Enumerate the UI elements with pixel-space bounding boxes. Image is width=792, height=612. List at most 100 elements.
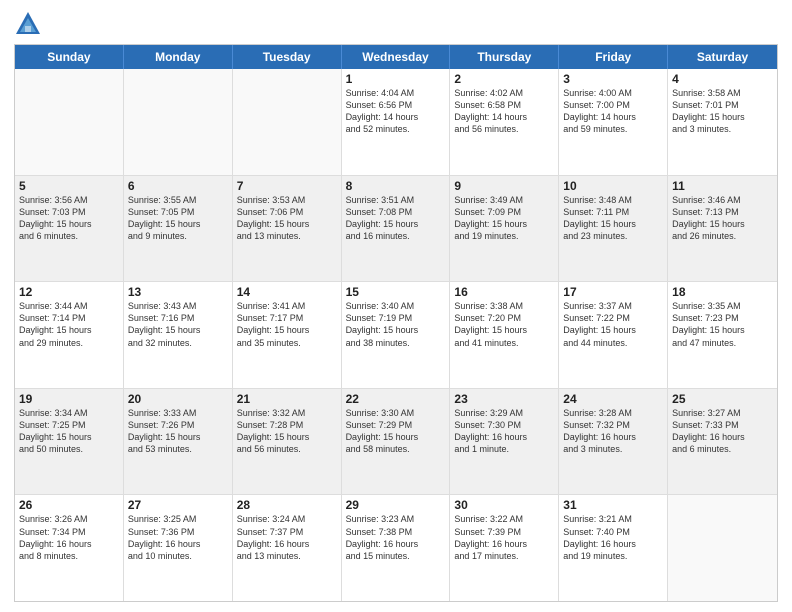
cell-text: Sunrise: 3:58 AM Sunset: 7:01 PM Dayligh… <box>672 87 773 136</box>
calendar-cell: 17Sunrise: 3:37 AM Sunset: 7:22 PM Dayli… <box>559 282 668 388</box>
calendar-cell: 8Sunrise: 3:51 AM Sunset: 7:08 PM Daylig… <box>342 176 451 282</box>
day-number: 20 <box>128 392 228 406</box>
cell-text: Sunrise: 3:40 AM Sunset: 7:19 PM Dayligh… <box>346 300 446 349</box>
day-number: 8 <box>346 179 446 193</box>
cell-text: Sunrise: 3:46 AM Sunset: 7:13 PM Dayligh… <box>672 194 773 243</box>
calendar-cell: 7Sunrise: 3:53 AM Sunset: 7:06 PM Daylig… <box>233 176 342 282</box>
cell-text: Sunrise: 3:23 AM Sunset: 7:38 PM Dayligh… <box>346 513 446 562</box>
day-number: 18 <box>672 285 773 299</box>
cell-text: Sunrise: 3:27 AM Sunset: 7:33 PM Dayligh… <box>672 407 773 456</box>
cell-text: Sunrise: 4:00 AM Sunset: 7:00 PM Dayligh… <box>563 87 663 136</box>
calendar-cell: 23Sunrise: 3:29 AM Sunset: 7:30 PM Dayli… <box>450 389 559 495</box>
cell-text: Sunrise: 3:33 AM Sunset: 7:26 PM Dayligh… <box>128 407 228 456</box>
calendar-cell: 9Sunrise: 3:49 AM Sunset: 7:09 PM Daylig… <box>450 176 559 282</box>
cell-text: Sunrise: 3:51 AM Sunset: 7:08 PM Dayligh… <box>346 194 446 243</box>
cell-text: Sunrise: 3:35 AM Sunset: 7:23 PM Dayligh… <box>672 300 773 349</box>
day-number: 16 <box>454 285 554 299</box>
cell-text: Sunrise: 3:34 AM Sunset: 7:25 PM Dayligh… <box>19 407 119 456</box>
cell-text: Sunrise: 3:21 AM Sunset: 7:40 PM Dayligh… <box>563 513 663 562</box>
calendar-cell <box>124 69 233 175</box>
calendar-week-1: 1Sunrise: 4:04 AM Sunset: 6:56 PM Daylig… <box>15 69 777 176</box>
calendar-week-2: 5Sunrise: 3:56 AM Sunset: 7:03 PM Daylig… <box>15 176 777 283</box>
calendar-cell: 16Sunrise: 3:38 AM Sunset: 7:20 PM Dayli… <box>450 282 559 388</box>
header-cell-saturday: Saturday <box>668 45 777 69</box>
day-number: 13 <box>128 285 228 299</box>
calendar-cell: 5Sunrise: 3:56 AM Sunset: 7:03 PM Daylig… <box>15 176 124 282</box>
calendar-cell: 27Sunrise: 3:25 AM Sunset: 7:36 PM Dayli… <box>124 495 233 601</box>
calendar-cell <box>233 69 342 175</box>
day-number: 23 <box>454 392 554 406</box>
calendar-cell: 30Sunrise: 3:22 AM Sunset: 7:39 PM Dayli… <box>450 495 559 601</box>
calendar-cell: 31Sunrise: 3:21 AM Sunset: 7:40 PM Dayli… <box>559 495 668 601</box>
header-cell-monday: Monday <box>124 45 233 69</box>
header-cell-wednesday: Wednesday <box>342 45 451 69</box>
cell-text: Sunrise: 3:48 AM Sunset: 7:11 PM Dayligh… <box>563 194 663 243</box>
cell-text: Sunrise: 3:56 AM Sunset: 7:03 PM Dayligh… <box>19 194 119 243</box>
cell-text: Sunrise: 3:22 AM Sunset: 7:39 PM Dayligh… <box>454 513 554 562</box>
logo-icon <box>14 10 42 38</box>
day-number: 3 <box>563 72 663 86</box>
calendar-cell: 13Sunrise: 3:43 AM Sunset: 7:16 PM Dayli… <box>124 282 233 388</box>
calendar-week-5: 26Sunrise: 3:26 AM Sunset: 7:34 PM Dayli… <box>15 495 777 601</box>
cell-text: Sunrise: 3:41 AM Sunset: 7:17 PM Dayligh… <box>237 300 337 349</box>
day-number: 22 <box>346 392 446 406</box>
calendar-cell <box>15 69 124 175</box>
cell-text: Sunrise: 3:53 AM Sunset: 7:06 PM Dayligh… <box>237 194 337 243</box>
day-number: 30 <box>454 498 554 512</box>
calendar-cell: 1Sunrise: 4:04 AM Sunset: 6:56 PM Daylig… <box>342 69 451 175</box>
calendar-header: SundayMondayTuesdayWednesdayThursdayFrid… <box>15 45 777 69</box>
cell-text: Sunrise: 3:55 AM Sunset: 7:05 PM Dayligh… <box>128 194 228 243</box>
calendar-week-4: 19Sunrise: 3:34 AM Sunset: 7:25 PM Dayli… <box>15 389 777 496</box>
day-number: 7 <box>237 179 337 193</box>
day-number: 15 <box>346 285 446 299</box>
calendar-cell: 19Sunrise: 3:34 AM Sunset: 7:25 PM Dayli… <box>15 389 124 495</box>
cell-text: Sunrise: 3:24 AM Sunset: 7:37 PM Dayligh… <box>237 513 337 562</box>
day-number: 2 <box>454 72 554 86</box>
calendar-cell: 26Sunrise: 3:26 AM Sunset: 7:34 PM Dayli… <box>15 495 124 601</box>
calendar-cell: 22Sunrise: 3:30 AM Sunset: 7:29 PM Dayli… <box>342 389 451 495</box>
calendar-body: 1Sunrise: 4:04 AM Sunset: 6:56 PM Daylig… <box>15 69 777 601</box>
cell-text: Sunrise: 3:26 AM Sunset: 7:34 PM Dayligh… <box>19 513 119 562</box>
calendar-cell: 10Sunrise: 3:48 AM Sunset: 7:11 PM Dayli… <box>559 176 668 282</box>
day-number: 1 <box>346 72 446 86</box>
cell-text: Sunrise: 3:25 AM Sunset: 7:36 PM Dayligh… <box>128 513 228 562</box>
header-cell-thursday: Thursday <box>450 45 559 69</box>
header-cell-sunday: Sunday <box>15 45 124 69</box>
day-number: 24 <box>563 392 663 406</box>
calendar-cell: 14Sunrise: 3:41 AM Sunset: 7:17 PM Dayli… <box>233 282 342 388</box>
cell-text: Sunrise: 3:49 AM Sunset: 7:09 PM Dayligh… <box>454 194 554 243</box>
cell-text: Sunrise: 3:37 AM Sunset: 7:22 PM Dayligh… <box>563 300 663 349</box>
logo <box>14 10 46 38</box>
calendar-cell: 6Sunrise: 3:55 AM Sunset: 7:05 PM Daylig… <box>124 176 233 282</box>
cell-text: Sunrise: 4:04 AM Sunset: 6:56 PM Dayligh… <box>346 87 446 136</box>
day-number: 17 <box>563 285 663 299</box>
day-number: 19 <box>19 392 119 406</box>
calendar-cell: 15Sunrise: 3:40 AM Sunset: 7:19 PM Dayli… <box>342 282 451 388</box>
day-number: 10 <box>563 179 663 193</box>
header-cell-tuesday: Tuesday <box>233 45 342 69</box>
day-number: 11 <box>672 179 773 193</box>
calendar-cell: 28Sunrise: 3:24 AM Sunset: 7:37 PM Dayli… <box>233 495 342 601</box>
day-number: 12 <box>19 285 119 299</box>
calendar: SundayMondayTuesdayWednesdayThursdayFrid… <box>14 44 778 602</box>
day-number: 25 <box>672 392 773 406</box>
calendar-cell: 21Sunrise: 3:32 AM Sunset: 7:28 PM Dayli… <box>233 389 342 495</box>
day-number: 21 <box>237 392 337 406</box>
day-number: 9 <box>454 179 554 193</box>
cell-text: Sunrise: 3:38 AM Sunset: 7:20 PM Dayligh… <box>454 300 554 349</box>
calendar-cell: 2Sunrise: 4:02 AM Sunset: 6:58 PM Daylig… <box>450 69 559 175</box>
day-number: 29 <box>346 498 446 512</box>
day-number: 26 <box>19 498 119 512</box>
header-cell-friday: Friday <box>559 45 668 69</box>
day-number: 27 <box>128 498 228 512</box>
day-number: 14 <box>237 285 337 299</box>
calendar-cell: 18Sunrise: 3:35 AM Sunset: 7:23 PM Dayli… <box>668 282 777 388</box>
cell-text: Sunrise: 4:02 AM Sunset: 6:58 PM Dayligh… <box>454 87 554 136</box>
calendar-week-3: 12Sunrise: 3:44 AM Sunset: 7:14 PM Dayli… <box>15 282 777 389</box>
day-number: 31 <box>563 498 663 512</box>
cell-text: Sunrise: 3:30 AM Sunset: 7:29 PM Dayligh… <box>346 407 446 456</box>
calendar-cell: 4Sunrise: 3:58 AM Sunset: 7:01 PM Daylig… <box>668 69 777 175</box>
calendar-cell <box>668 495 777 601</box>
calendar-cell: 24Sunrise: 3:28 AM Sunset: 7:32 PM Dayli… <box>559 389 668 495</box>
cell-text: Sunrise: 3:44 AM Sunset: 7:14 PM Dayligh… <box>19 300 119 349</box>
